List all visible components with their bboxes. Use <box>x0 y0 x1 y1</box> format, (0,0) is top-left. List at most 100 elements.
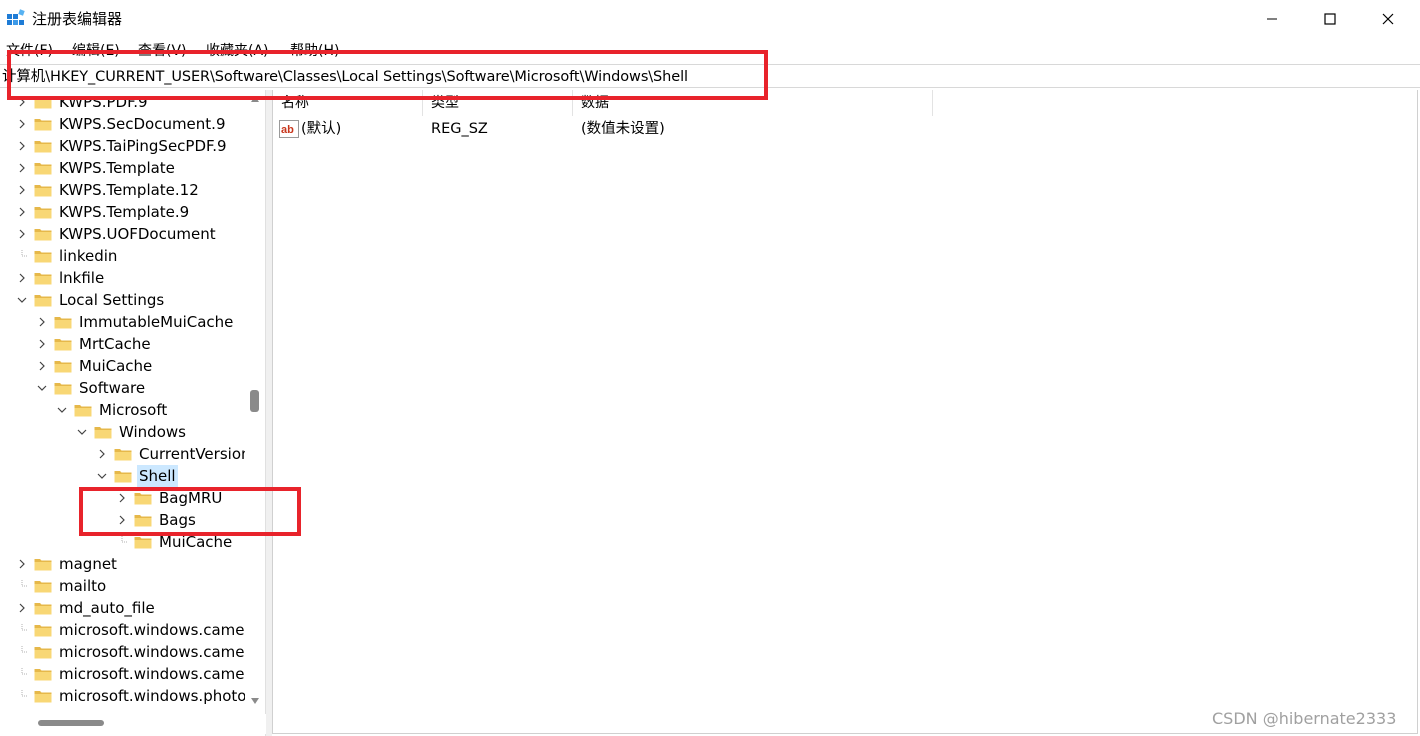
chevron-down-icon[interactable] <box>96 470 108 482</box>
chevron-down-icon[interactable] <box>56 404 68 416</box>
tree-item[interactable]: lnkfile <box>16 267 106 289</box>
chevron-right-icon[interactable] <box>16 118 28 130</box>
horizontal-scroll-thumb[interactable] <box>38 720 104 726</box>
tree-item[interactable]: KWPS.Template <box>16 157 177 179</box>
subkeys-highlight-box <box>79 487 301 536</box>
folder-icon <box>34 669 52 681</box>
tree-horizontal-scrollbar[interactable] <box>0 714 266 734</box>
tree-item[interactable]: MrtCache <box>36 333 153 355</box>
minimize-button[interactable] <box>1243 0 1301 38</box>
tree-item-label: KWPS.UOFDocument <box>59 225 216 243</box>
chevron-down-icon[interactable] <box>16 294 28 306</box>
tree-item[interactable]: CurrentVersion <box>96 443 253 465</box>
chevron-right-icon[interactable] <box>16 272 28 284</box>
tree-item[interactable]: KWPS.Template.12 <box>16 179 201 201</box>
tree-item-label: ImmutableMuiCache <box>79 313 234 331</box>
folder-icon <box>34 163 52 175</box>
address-highlight-box <box>7 50 768 100</box>
folder-icon <box>114 449 132 461</box>
scroll-thumb[interactable] <box>250 390 259 412</box>
tree-item-label: KWPS.Template.12 <box>59 181 199 199</box>
maximize-button[interactable] <box>1301 0 1359 38</box>
tree-item-label: lnkfile <box>59 269 105 287</box>
value-name: (默认) <box>301 121 342 137</box>
window-title: 注册表编辑器 <box>32 10 123 28</box>
regedit-app-icon <box>7 9 25 25</box>
svg-text:ab: ab <box>281 124 294 136</box>
tree-item[interactable]: linkedin <box>16 245 119 267</box>
chevron-right-icon[interactable] <box>36 338 48 350</box>
folder-icon <box>34 229 52 241</box>
tree-item[interactable]: Local Settings <box>16 289 166 311</box>
key-tree-pane[interactable]: KWPS.PDF.9 KWPS.SecDocument.9 KWPS.TaiPing… <box>0 90 266 736</box>
chevron-right-icon[interactable] <box>16 558 28 570</box>
tree-connector <box>21 690 28 697</box>
tree-connector <box>121 536 128 543</box>
tree-item[interactable]: KWPS.TaiPingSecPDF.9 <box>16 135 229 157</box>
tree-item-label: linkedin <box>59 247 118 265</box>
tree-item-label: Microsoft <box>99 401 168 419</box>
chevron-down-icon[interactable] <box>76 426 88 438</box>
chevron-right-icon[interactable] <box>36 360 48 372</box>
folder-icon <box>34 119 52 131</box>
chevron-right-icon[interactable] <box>36 316 48 328</box>
chevron-down-icon[interactable] <box>36 382 48 394</box>
folder-icon <box>34 273 52 285</box>
chevron-right-icon[interactable] <box>16 140 28 152</box>
tree-item[interactable]: KWPS.Template.9 <box>16 201 191 223</box>
folder-icon <box>34 603 52 615</box>
tree-connector <box>21 646 28 653</box>
folder-icon <box>54 317 72 329</box>
values-pane[interactable]: 名称 类型 数据 ab (默认) REG_SZ (数值未设置) <box>272 90 1418 734</box>
scroll-down-arrow-icon[interactable] <box>251 698 259 704</box>
tree-connector <box>21 250 28 257</box>
tree-item[interactable]: microsoft.windows.camer <box>16 663 253 685</box>
tree-item-label: magnet <box>59 555 117 573</box>
tree-item[interactable]: microsoft.windows.camer <box>16 619 253 641</box>
chevron-right-icon[interactable] <box>16 602 28 614</box>
tree-item[interactable]: Microsoft <box>56 399 169 421</box>
chevron-right-icon[interactable] <box>16 184 28 196</box>
tree-connector <box>21 668 28 675</box>
folder-icon <box>134 537 152 549</box>
folder-icon <box>34 691 52 703</box>
chevron-right-icon[interactable] <box>96 448 108 460</box>
tree-item-label: microsoft.windows.camer <box>59 621 251 639</box>
tree-item[interactable]: mailto <box>16 575 108 597</box>
close-button[interactable] <box>1359 0 1417 38</box>
tree-item[interactable]: Software <box>36 377 147 399</box>
tree-item[interactable]: MuiCache <box>36 355 154 377</box>
folder-icon <box>94 427 112 439</box>
chevron-right-icon[interactable] <box>16 228 28 240</box>
folder-icon <box>54 383 72 395</box>
maximize-icon <box>1324 13 1336 25</box>
folder-icon <box>34 207 52 219</box>
folder-icon <box>34 647 52 659</box>
tree-item-label: mailto <box>59 577 107 595</box>
tree-item[interactable]: Windows <box>76 421 188 443</box>
title-bar[interactable]: 注册表编辑器 <box>0 0 1420 38</box>
tree-item[interactable]: magnet <box>16 553 119 575</box>
tree-item[interactable]: KWPS.UOFDocument <box>16 223 218 245</box>
tree-item[interactable]: KWPS.SecDocument.9 <box>16 113 228 135</box>
chevron-right-icon[interactable] <box>16 206 28 218</box>
folder-icon <box>74 405 92 417</box>
tree-item[interactable]: microsoft.windows.photo <box>16 685 248 707</box>
folder-icon <box>54 339 72 351</box>
chevron-right-icon[interactable] <box>16 162 28 174</box>
tree-item-label: Local Settings <box>59 291 165 309</box>
watermark: CSDN @hibernate2333 <box>1212 709 1397 728</box>
folder-icon <box>34 625 52 637</box>
tree-vertical-scrollbar[interactable] <box>245 90 265 710</box>
tree-item-label: Software <box>79 379 146 397</box>
tree-item-label: Windows <box>119 423 186 441</box>
folder-icon <box>34 559 52 571</box>
tree-item[interactable]: microsoft.windows.camer <box>16 641 253 663</box>
tree-item-label: microsoft.windows.photo <box>59 687 247 705</box>
minimize-icon <box>1267 18 1277 20</box>
tree-item[interactable]: ImmutableMuiCache <box>36 311 235 333</box>
tree-item[interactable]: md_auto_file <box>16 597 157 619</box>
tree-item[interactable]: Shell <box>96 465 178 487</box>
folder-icon <box>54 361 72 373</box>
value-row[interactable]: ab (默认) REG_SZ (数值未设置) <box>273 118 933 140</box>
